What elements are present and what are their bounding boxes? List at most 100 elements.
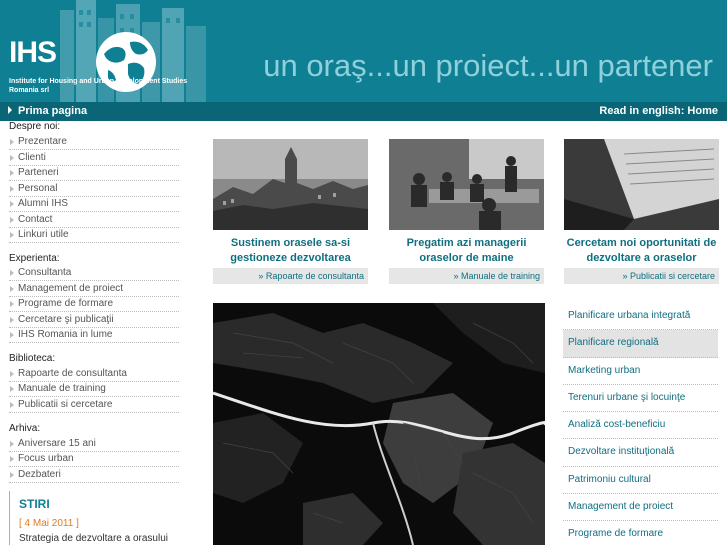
- english-home-link[interactable]: Read in english: Home: [599, 105, 718, 117]
- bullet-icon: [10, 301, 14, 307]
- card-caption: Pregatim azi managerii oraselor de maine: [389, 236, 544, 266]
- menu-item-patrimoniu-cultural[interactable]: Patrimoniu cultural: [563, 467, 718, 495]
- home-link[interactable]: Prima pagina: [8, 105, 87, 117]
- menu-item-marketing-urban[interactable]: Marketing urban: [563, 358, 718, 385]
- bullet-icon: [10, 401, 14, 408]
- site-header: IHS Institute for Housing and Urban Deve…: [0, 0, 727, 102]
- sidebar-item-label: Publicatii si cercetare: [18, 398, 113, 410]
- bullet-icon: [10, 185, 14, 192]
- logo-subtitle-line-2: Romania srl: [9, 87, 50, 94]
- bullet-icon: [10, 170, 14, 176]
- laptop-photo-graphic: [564, 139, 719, 230]
- site-tagline: un oraş...un proiect...un partener: [263, 48, 713, 83]
- sidebar-item-label: Clienti: [18, 151, 46, 163]
- arrow-right-icon: [8, 106, 12, 114]
- feature-card-cercetare: Cercetam noi oportunitati de dezvoltare …: [564, 139, 719, 284]
- card-link-rapoarte[interactable]: » Rapoarte de consultanta: [213, 268, 368, 284]
- town-photo[interactable]: [213, 139, 368, 230]
- sidebar-item-clienti[interactable]: Clienti: [9, 151, 179, 166]
- feature-card-training: Pregatim azi managerii oraselor de maine…: [389, 139, 544, 284]
- menu-item-dezvoltare-institutionala[interactable]: Dezvoltare instituţională: [563, 439, 718, 467]
- sidebar-item-label: Parteneri: [18, 167, 59, 178]
- sidebar-item-aniversare[interactable]: Aniversare 15 ani: [9, 437, 179, 452]
- bullet-icon: [10, 440, 14, 447]
- sidebar-item-label: Management de proiect: [18, 282, 124, 294]
- sidebar-item-parteneri[interactable]: Parteneri: [9, 166, 179, 181]
- bullet-icon: [10, 285, 14, 292]
- card-caption-line-2: dezvoltare a oraselor: [586, 252, 697, 264]
- home-link-label: Prima pagina: [18, 105, 88, 117]
- sidebar-item-management[interactable]: Management de proiect: [9, 282, 179, 297]
- section-title-experienta: Experienta:: [9, 253, 60, 264]
- sidebar-item-label: IHS Romania in lume: [18, 329, 113, 340]
- sidebar-item-label: Alumni IHS: [18, 198, 69, 209]
- menu-item-planificare-regionala[interactable]: Planificare regională: [563, 330, 718, 358]
- sidebar-item-label: Programe de formare: [18, 298, 114, 309]
- menu-item-terenuri-urbane[interactable]: Terenuri urbane şi locuinţe: [563, 385, 718, 413]
- sidebar-item-label: Prezentare: [18, 136, 67, 147]
- section-title-biblioteca: Biblioteca:: [9, 353, 56, 364]
- sidebar-item-linkuri[interactable]: Linkuri utile: [9, 228, 179, 243]
- services-menu: Planificare urbana integrată Planificare…: [563, 303, 718, 545]
- sidebar-item-label: Dezbateri: [18, 468, 61, 480]
- logo-subtitle: Institute for Housing and Urban Developm…: [9, 77, 189, 95]
- sidebar-item-ihs-lume[interactable]: IHS Romania in lume: [9, 328, 179, 343]
- bullet-icon: [10, 232, 14, 238]
- sidebar-item-label: Personal: [18, 182, 58, 194]
- left-sidebar: Despre noi: Prezentare Clienti Parteneri…: [0, 121, 190, 545]
- sidebar-item-dezbateri[interactable]: Dezbateri: [9, 468, 179, 483]
- sidebar-item-publicatii[interactable]: Publicatii si cercetare: [9, 398, 179, 413]
- logo-subtitle-line-1: Institute for Housing and Urban Developm…: [9, 78, 188, 85]
- menu-item-analiza-cost[interactable]: Analiză cost-beneficiu: [563, 412, 718, 440]
- bullet-icon: [10, 201, 14, 207]
- card-caption-line-2: oraselor de maine: [419, 252, 514, 264]
- classroom-photo[interactable]: [389, 139, 544, 230]
- bullet-icon: [10, 456, 14, 462]
- ihs-logo-text[interactable]: IHS: [9, 36, 57, 70]
- section-title-arhiva: Arhiva:: [9, 423, 41, 434]
- menu-item-programe-formare[interactable]: Programe de formare: [563, 521, 718, 545]
- bullet-icon: [10, 139, 14, 145]
- bullet-icon: [10, 316, 14, 323]
- bullet-icon: [10, 370, 14, 377]
- sidebar-item-label: Rapoarte de consultanta: [18, 367, 127, 379]
- card-caption: Cercetam noi oportunitati de dezvoltare …: [564, 236, 719, 266]
- card-link-manuale[interactable]: » Manuale de training: [389, 268, 544, 284]
- laptop-photo[interactable]: [564, 139, 719, 230]
- sidebar-item-label: Linkuri utile: [18, 229, 69, 240]
- sidebar-item-manuale[interactable]: Manuale de training: [9, 382, 179, 397]
- card-caption-line-1: Pregatim azi managerii: [406, 237, 527, 249]
- news-date: [ 4 Mai 2011 ]: [19, 518, 79, 529]
- sidebar-item-rapoarte[interactable]: Rapoarte de consultanta: [9, 367, 179, 382]
- classroom-photo-graphic: [389, 139, 544, 230]
- feature-card-consultanta: Sustinem orasele sa-si gestioneze dezvol…: [213, 139, 368, 284]
- urban-map-image: [213, 303, 545, 545]
- sidebar-item-consultanta[interactable]: Consultanta: [9, 266, 179, 281]
- card-caption: Sustinem orasele sa-si gestioneze dezvol…: [213, 236, 368, 266]
- bullet-icon: [10, 216, 14, 223]
- sidebar-item-alumni[interactable]: Alumni IHS: [9, 197, 179, 212]
- sidebar-item-programe[interactable]: Programe de formare: [9, 297, 179, 312]
- card-caption-line-1: Sustinem orasele sa-si: [230, 237, 351, 249]
- menu-item-planificare-urbana[interactable]: Planificare urbana integrată: [563, 303, 718, 331]
- sidebar-item-prezentare[interactable]: Prezentare: [9, 135, 179, 150]
- sidebar-item-focus-urban[interactable]: Focus urban: [9, 452, 179, 467]
- bullet-icon: [10, 270, 14, 276]
- sidebar-item-cercetare[interactable]: Cercetare şi publicaţii: [9, 313, 179, 328]
- sidebar-item-personal[interactable]: Personal: [9, 182, 179, 197]
- bullet-icon: [10, 386, 14, 392]
- town-photo-graphic: [213, 139, 368, 230]
- sidebar-item-label: Cercetare şi publicaţii: [18, 313, 114, 325]
- section-title-despre-noi: Despre noi:: [9, 121, 61, 132]
- menu-item-management-proiect[interactable]: Management de proiect: [563, 494, 718, 522]
- sidebar-item-label: Contact: [18, 213, 53, 225]
- bullet-icon: [10, 471, 14, 478]
- card-link-publicatii[interactable]: » Publicatii si cercetare: [564, 268, 719, 284]
- news-box: STIRI [ 4 Mai 2011 ] Strategia de dezvol…: [9, 491, 184, 545]
- sidebar-item-contact[interactable]: Contact: [9, 213, 179, 228]
- news-headline[interactable]: Strategia de dezvoltare a orasului: [19, 533, 168, 544]
- news-title: STIRI: [19, 497, 50, 511]
- sidebar-item-label: Focus urban: [18, 453, 74, 464]
- sidebar-item-label: Consultanta: [18, 267, 72, 278]
- bullet-icon: [10, 332, 14, 338]
